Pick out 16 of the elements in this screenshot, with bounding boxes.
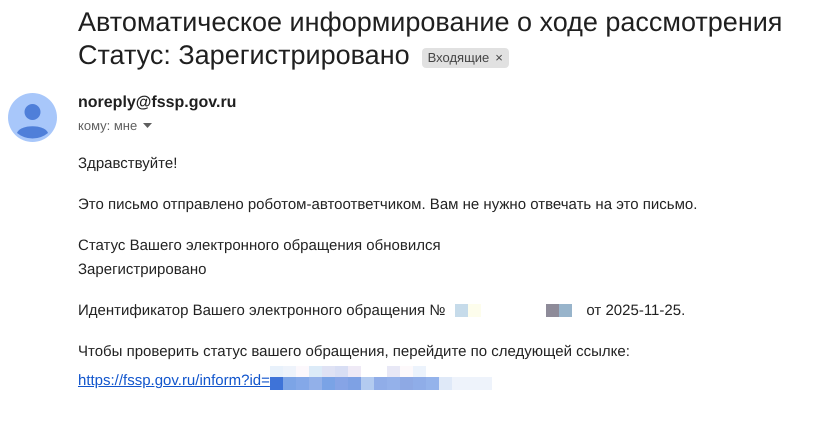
body-text: от 2025-11-25. xyxy=(586,301,686,320)
remove-label-button[interactable]: × xyxy=(495,48,503,66)
label-text: Входящие xyxy=(428,48,490,66)
body-text: Зарегистрировано xyxy=(78,260,208,279)
dropdown-caret-icon[interactable] xyxy=(143,123,152,128)
recipient-text: кому: мне xyxy=(78,118,138,133)
subject-title: Статус: Зарегистрировано xyxy=(78,39,410,72)
inform-link[interactable]: https://fssp.gov.ru/inform?id= xyxy=(78,371,270,390)
avatar-icon xyxy=(8,93,57,142)
body-text: Идентификатор Вашего электронного обращения № xyxy=(78,301,446,320)
body-text: Статус Вашего электронного обращения обновился xyxy=(78,236,442,255)
sender-email: noreply@fssp.gov.ru xyxy=(78,94,236,112)
body-text: Это письмо отправлено роботом-автоответчиком. Вам не нужно отвечать на это письмо. xyxy=(78,195,698,214)
subject-title: Автоматическое информирование о ходе рассмотрения xyxy=(78,6,782,39)
body-text: Здравствуйте! xyxy=(78,154,178,173)
body-text: Чтобы проверить статус вашего обращения, перейдите по следующей ссылке: xyxy=(78,342,631,361)
